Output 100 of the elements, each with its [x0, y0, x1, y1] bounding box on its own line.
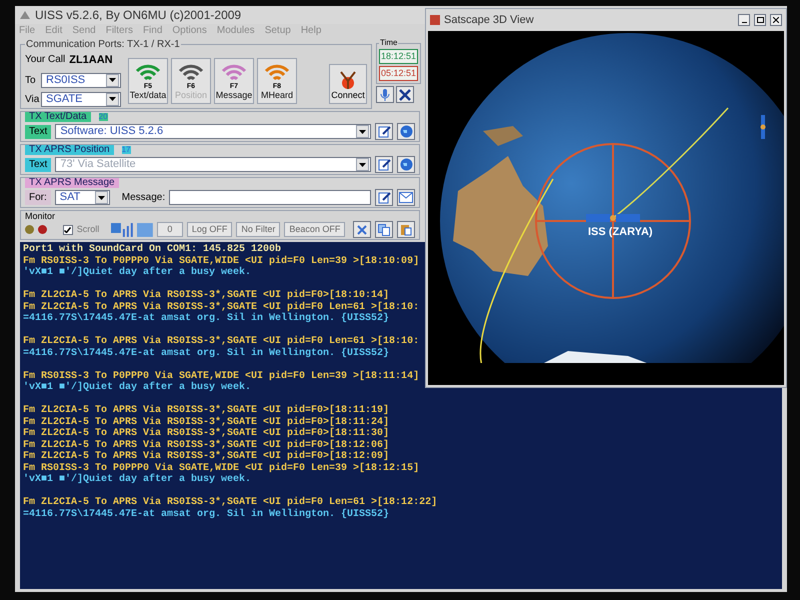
- envelope-icon: [399, 192, 413, 203]
- terminal-line: Fm RS0ISS-3 To P0PPP0 Via SGATE,WIDE <UI pid=F0 Len=39 >[18:12:15]: [23, 462, 420, 474]
- message-field[interactable]: [169, 190, 371, 205]
- menu-item[interactable]: Modules: [216, 24, 255, 37]
- terminal-line: 'vX■1 ■'/]Quiet day after a busy week.: [23, 267, 252, 278]
- menu-item[interactable]: Filters: [106, 24, 133, 37]
- your-call-label: Your Call: [25, 53, 66, 67]
- via-combo[interactable]: SGATE: [41, 92, 121, 106]
- title-text: UISS v5.2.6, By ON6MU (c)2001-2009: [35, 7, 242, 24]
- connect-button[interactable]: Connect: [329, 64, 367, 104]
- text-tag: Text: [25, 158, 52, 172]
- microphone-icon: [380, 88, 390, 102]
- globe-icon: [400, 125, 412, 138]
- group-legend: Monitor: [25, 211, 56, 221]
- check-icon: [64, 226, 72, 232]
- for-label: For:: [25, 190, 51, 205]
- signal-bars-icon: [111, 222, 134, 236]
- cut-button[interactable]: [353, 221, 372, 238]
- button-label: Connect: [331, 90, 365, 101]
- terminal-line: Fm RS0ISS-3 To P0PPP0 Via SGATE,WIDE <UI pid=F0 Len=39 >[18:10:09]: [23, 256, 420, 266]
- signal-waves-icon: [135, 63, 161, 83]
- panel-title: TX APRS Position: [25, 145, 114, 155]
- window-title: Satscape 3D View: [444, 12, 535, 28]
- group-legend: Time: [379, 37, 398, 49]
- text-tag: Text: [25, 124, 52, 138]
- globe-icon: [400, 158, 412, 171]
- button-label: MHeard: [260, 90, 293, 101]
- copy-button[interactable]: [375, 221, 394, 238]
- terminal-line: Fm ZL2CIA-5 To APRS Via RS0ISS-3*,SGATE <UI pid=F0>[18:12:09]: [23, 451, 390, 462]
- clock-display: 18:12:51: [379, 49, 418, 64]
- terminal-line: Fm ZL2CIA-5 To APRS Via RS0ISS-3*,SGATE <UI pid=F0>[18:11:24]: [23, 416, 390, 428]
- satellite-icon: [586, 214, 640, 222]
- send-button[interactable]: [397, 123, 415, 140]
- copy-icon: [378, 224, 390, 236]
- terminal-line: Fm RS0ISS-3 To P0PPP0 Via SGATE,WIDE <UI pid=F0 Len=39 >[18:11:14]: [23, 370, 420, 382]
- paste-button[interactable]: [397, 221, 415, 238]
- clipboard-icon: [400, 224, 412, 236]
- close-button[interactable]: [770, 14, 782, 26]
- to-label: To: [25, 74, 37, 88]
- menu-item[interactable]: Help: [300, 24, 322, 37]
- terminal-line: 'vX■1 ■'/]Quiet day after a busy week.: [23, 382, 252, 394]
- text-combo[interactable]: Software: UISS 5.2.6: [55, 124, 371, 139]
- edit-icon: [378, 191, 390, 204]
- monitor-field: 0: [156, 222, 183, 237]
- monitor-field: Log OFF: [186, 222, 232, 237]
- signal-waves-icon: [221, 63, 247, 83]
- scroll-checkbox[interactable]: [62, 224, 73, 234]
- scroll-label: Scroll: [76, 222, 100, 236]
- to-combo[interactable]: RS0ISS: [41, 72, 121, 88]
- terminal-line: Fm ZL2CIA-5 To APRS Via RS0ISS-3*,SGATE <UI pid=F0>[18:11:19]: [23, 405, 390, 416]
- edit-icon: [378, 158, 390, 171]
- edit-button[interactable]: [375, 123, 393, 140]
- menu-item[interactable]: Find: [142, 24, 162, 37]
- close-icon: [773, 17, 779, 23]
- menu-item[interactable]: Send: [72, 24, 96, 37]
- terminal-line: Fm ZL2CIA-5 To APRS Via RS0ISS-3*,SGATE <UI pid=F0 Len=61 >[18:10:: [23, 302, 420, 312]
- app-icon: [19, 9, 31, 21]
- monitor-field: Beacon OFF: [284, 222, 346, 237]
- signal-waves-icon: [178, 63, 204, 83]
- character-count: 17: [122, 146, 130, 154]
- terminal-line: Fm ZL2CIA-5 To APRS Via RS0ISS-3*,SGATE <UI pid=F0>[18:10:14]: [23, 290, 390, 302]
- panel-title: TX APRS Message: [25, 178, 119, 188]
- menu-item[interactable]: File: [19, 24, 36, 37]
- monitor-field: No Filter: [236, 222, 280, 237]
- screen-icon: [137, 222, 153, 236]
- terminal-line: Fm ZL2CIA-5 To APRS Via RS0ISS-3*,SGATE <UI pid=F0 Len=61 >[18:10:: [23, 336, 420, 348]
- terminal-line: Port1 with SoundCard On COM1: 145.825 1200b: [23, 244, 282, 256]
- satellite-icon: [760, 115, 766, 139]
- minimize-icon: [742, 22, 746, 23]
- message-label: Message:: [122, 191, 166, 205]
- terminal-line: Fm ZL2CIA-5 To APRS Via RS0ISS-3*,SGATE <UI pid=F0>[18:12:06]: [23, 440, 390, 450]
- menu-item[interactable]: Setup: [264, 24, 291, 37]
- panel-title: TX Text/Data: [25, 112, 91, 122]
- minimize-button[interactable]: [738, 14, 750, 26]
- clock-display: 05:12:51: [379, 66, 418, 81]
- send-button[interactable]: [397, 189, 415, 206]
- antenna-icon: [338, 70, 358, 90]
- button-label: Text/data: [130, 90, 166, 101]
- terminal-line: 'vX■1 ■'/]Quiet day after a busy week.: [23, 474, 252, 486]
- edit-button[interactable]: [375, 189, 393, 206]
- terminal-line: =4116.77S\17445.47E-at amsat org. Sil in Wellington. {UISS52}: [23, 313, 390, 324]
- maximize-icon: [756, 17, 764, 23]
- recipient-combo[interactable]: SAT: [54, 190, 110, 205]
- send-button[interactable]: [397, 156, 415, 173]
- terminal-line: =4116.77S\17445.47E-at amsat org. Sil in Wellington. {UISS52}: [23, 348, 390, 359]
- signal-waves-icon: [264, 63, 290, 83]
- terminal-line: Fm ZL2CIA-5 To APRS Via RS0ISS-3*,SGATE <UI pid=F0 Len=61 >[18:12:22]: [23, 497, 438, 508]
- microphone-button[interactable]: [376, 86, 394, 103]
- app-icon: [430, 15, 440, 25]
- menu-item[interactable]: Edit: [45, 24, 62, 37]
- maximize-button[interactable]: [754, 14, 766, 26]
- status-led-icon: [25, 225, 34, 234]
- terminal-line: Fm ZL2CIA-5 To APRS Via RS0ISS-3*,SGATE <UI pid=F0>[18:11:30]: [23, 428, 390, 440]
- edit-button[interactable]: [375, 156, 393, 173]
- menu-item[interactable]: Options: [172, 24, 207, 37]
- button-label: Message: [216, 90, 252, 101]
- terminal-line: =4116.77S\17445.47E-at amsat org. Sil in Wellington. {UISS52}: [23, 508, 390, 520]
- group-legend: Communication Ports: TX-1 / RX-1: [25, 37, 181, 52]
- via-label: Via: [25, 92, 39, 106]
- character-count: 20: [98, 113, 108, 121]
